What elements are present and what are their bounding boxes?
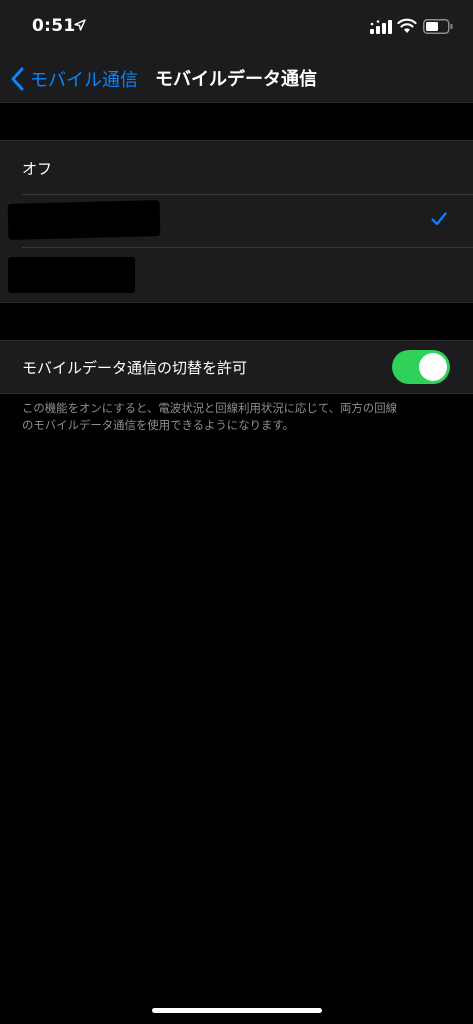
home-indicator[interactable]: [152, 1008, 322, 1013]
navigation-bar: モバイル通信 モバイルデータ通信: [0, 56, 473, 103]
checkmark-icon: [431, 212, 447, 226]
chevron-left-icon: [11, 67, 24, 91]
redacted-line-name: [8, 257, 135, 293]
footer-line-1: この機能をオンにすると、電波状況と回線利用状況に応じて、両方の回線: [22, 401, 397, 415]
page-title: モバイルデータ通信: [155, 69, 317, 90]
location-arrow-icon: [74, 19, 86, 31]
footer-description: この機能をオンにすると、電波状況と回線利用状況に応じて、両方の回線 のモバイルデ…: [22, 400, 454, 434]
redacted-line-name: [7, 200, 161, 240]
back-button-label: モバイル通信: [30, 70, 138, 91]
line-option-off[interactable]: オフ: [0, 141, 473, 194]
data-line-list: オフ: [0, 140, 473, 303]
line-option-label: オフ: [22, 160, 53, 178]
wifi-icon: [397, 18, 417, 33]
toggle-knob: [419, 353, 447, 381]
line-option-1[interactable]: [0, 194, 473, 247]
battery-icon: [423, 19, 453, 34]
status-time: 0:51: [32, 16, 76, 36]
line-option-2[interactable]: [0, 247, 473, 300]
footer-line-2: のモバイルデータ通信を使用できるようになります。: [22, 418, 295, 432]
back-button[interactable]: モバイル通信: [10, 62, 138, 96]
switch-setting-row: モバイルデータ通信の切替を許可: [0, 340, 473, 394]
allow-switching-toggle[interactable]: [392, 350, 450, 384]
status-bar: 0:51: [0, 0, 473, 56]
switch-setting-label: モバイルデータ通信の切替を許可: [22, 359, 248, 377]
cellular-signal-icon: [370, 20, 392, 34]
